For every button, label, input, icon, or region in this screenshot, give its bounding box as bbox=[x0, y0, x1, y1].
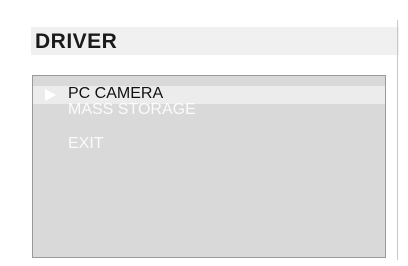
pointer-triangle-icon bbox=[45, 89, 56, 101]
driver-screen: DRIVER PC CAMERA MASS STORAGE EXIT bbox=[0, 0, 408, 266]
menu-item-label: MASS STORAGE bbox=[68, 101, 196, 118]
menu-item-label: EXIT bbox=[68, 135, 104, 152]
vertical-divider bbox=[397, 20, 398, 260]
title-bar: DRIVER bbox=[31, 27, 399, 55]
driver-menu: PC CAMERA MASS STORAGE EXIT bbox=[32, 75, 386, 258]
menu-item-label: PC CAMERA bbox=[68, 85, 164, 102]
menu-item-mass-storage[interactable]: MASS STORAGE bbox=[68, 101, 196, 119]
page-title: DRIVER bbox=[35, 30, 118, 53]
menu-item-exit[interactable]: EXIT bbox=[68, 135, 104, 153]
